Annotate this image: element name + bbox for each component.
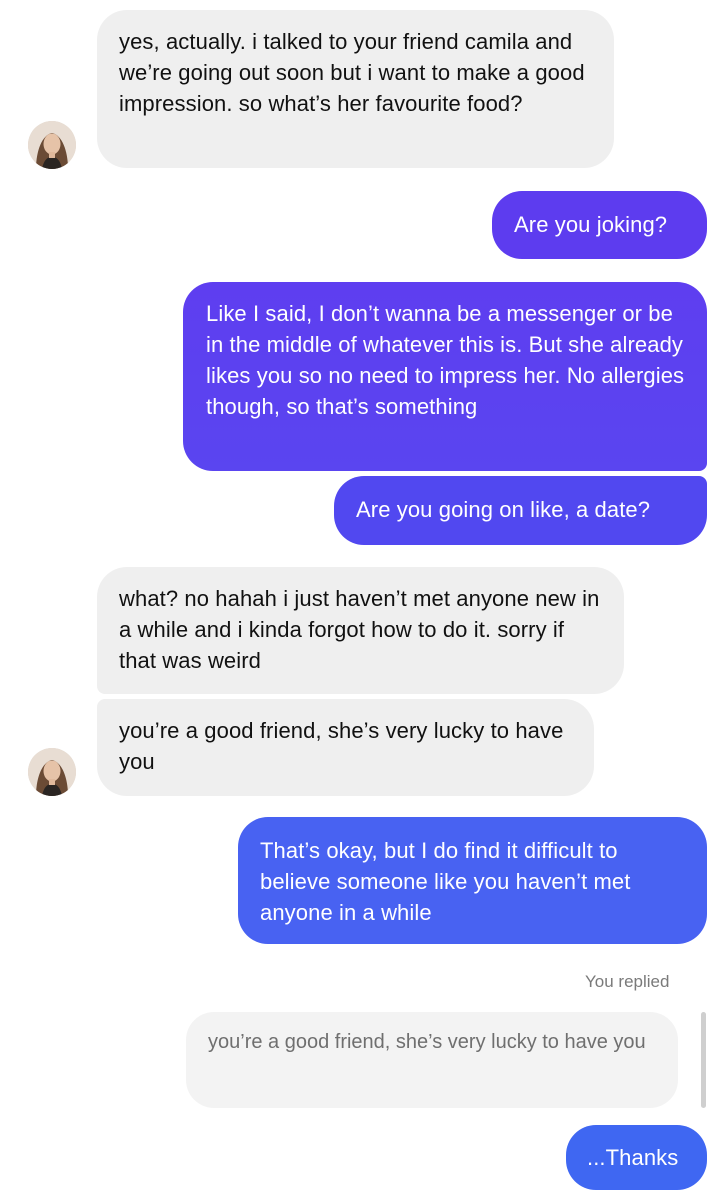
message-bubble-outgoing[interactable]: Like I said, I don’t wanna be a messenge… [183,282,707,471]
contact-avatar[interactable] [28,748,76,796]
avatar-image [28,748,76,796]
message-bubble-outgoing[interactable]: Are you joking? [492,191,707,259]
reply-label: You replied [585,972,670,991]
message-bubble-incoming[interactable]: yes, actually. i talked to your friend c… [97,10,614,168]
message-text: Like I said, I don’t wanna be a messenge… [206,301,685,419]
contact-avatar[interactable] [28,121,76,169]
message-text: Are you going on like, a date? [356,497,651,522]
message-text: you’re a good friend, she’s very lucky t… [119,718,564,774]
message-bubble-outgoing[interactable]: Are you going on like, a date? [334,476,707,545]
message-text: That’s okay, but I do find it difficult … [260,838,631,925]
quoted-message[interactable]: you’re a good friend, she’s very lucky t… [186,1012,678,1108]
reply-indicator-bar [701,1012,706,1108]
message-text: yes, actually. i talked to your friend c… [119,29,585,116]
message-text: what? no hahah i just haven’t met anyone… [119,586,600,673]
message-text: Are you joking? [514,212,668,237]
message-text: ...Thanks [587,1145,679,1170]
avatar-image [28,121,76,169]
quoted-message-text: you’re a good friend, she’s very lucky t… [208,1031,646,1053]
message-bubble-incoming[interactable]: what? no hahah i just haven’t met anyone… [97,567,624,694]
message-bubble-outgoing[interactable]: That’s okay, but I do find it difficult … [238,817,707,944]
message-bubble-outgoing[interactable]: ...Thanks [566,1125,707,1190]
message-bubble-incoming[interactable]: you’re a good friend, she’s very lucky t… [97,699,594,796]
